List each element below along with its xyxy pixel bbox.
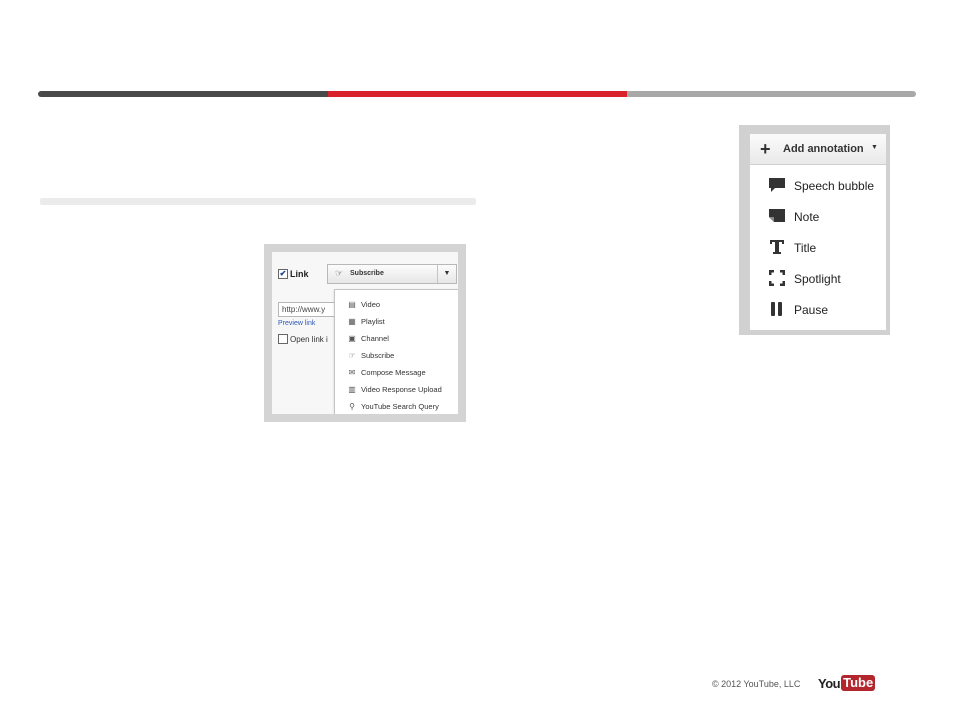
menu-item-label: YouTube Search Query [361,401,439,411]
spotlight-icon [769,270,785,286]
menu-item-label: Compose Message [361,367,426,377]
menu-item-video-response-upload[interactable]: ▥ Video Response Upload [335,381,458,397]
search-icon: ⚲ [349,401,355,411]
progress-completed-segment [38,91,328,97]
link-type-selected-label: Subscribe [350,270,384,277]
video-response-upload-icon: ▥ [348,384,356,394]
link-editor: ✔ Link ☞ Subscribe ▼ http://www.y Previe… [272,252,458,414]
video-icon: ▤ [348,299,356,309]
compose-message-icon: ✉ [348,367,356,377]
youtube-logo-tube: Tube [841,675,876,691]
checkbox-checked-icon[interactable]: ✔ [278,269,288,279]
preview-link[interactable]: Preview link [278,320,315,327]
open-link-checkbox[interactable]: Open link i [278,334,328,344]
chevron-down-icon[interactable]: ▼ [437,265,456,283]
annotation-item-title[interactable]: Title [750,234,886,262]
annotation-item-pause[interactable]: Pause [750,296,886,324]
menu-item-label: Playlist [361,316,385,326]
menu-item-video[interactable]: ▤ Video [335,296,458,312]
progress-remaining-segment [627,91,916,97]
annotation-item-label: Speech bubble [794,179,875,193]
menu-item-label: Channel [361,333,389,343]
annotation-item-label: Note [794,210,820,224]
channel-icon: ▣ [348,333,356,343]
section-progress-bar [38,91,916,97]
link-type-dropdown-menu: ▤ Video ▦ Playlist ▣ Channel ☞ Subscribe… [334,289,458,414]
add-annotation-button[interactable]: + Add annotation ▼ [750,134,886,165]
pause-icon [771,302,782,316]
link-checkbox[interactable]: ✔ Link [278,269,309,279]
subscribe-icon: ☞ [348,350,356,360]
menu-item-compose-message[interactable]: ✉ Compose Message [335,364,458,380]
playlist-icon: ▦ [348,316,356,326]
link-editor-screenshot: ✔ Link ☞ Subscribe ▼ http://www.y Previe… [264,244,466,422]
title-icon [770,240,784,254]
progress-current-segment [328,91,627,97]
speech-bubble-icon [769,178,785,192]
menu-item-youtube-search-query[interactable]: ⚲ YouTube Search Query [335,398,458,414]
menu-item-label: Video Response Upload [361,384,442,394]
menu-item-subscribe[interactable]: ☞ Subscribe [335,347,458,363]
menu-item-channel[interactable]: ▣ Channel [335,330,458,346]
note-icon [769,209,785,222]
annotation-item-spotlight[interactable]: Spotlight [750,265,886,293]
youtube-logo-you: You [818,675,841,691]
link-type-select[interactable]: ☞ Subscribe ▼ [327,264,457,284]
annotation-menu-screenshot: + Add annotation ▼ Speech bubble Note Ti… [739,125,890,335]
annotation-item-note[interactable]: Note [750,203,886,231]
add-annotation-label: Add annotation [783,143,864,155]
annotation-item-label: Title [794,241,817,255]
annotation-item-speech-bubble[interactable]: Speech bubble [750,172,886,200]
annotation-menu: + Add annotation ▼ Speech bubble Note Ti… [750,134,886,330]
link-checkbox-label: Link [290,269,309,279]
menu-item-label: Subscribe [361,350,395,360]
annotation-item-label: Spotlight [794,272,841,286]
chevron-down-icon: ▼ [871,144,878,151]
plus-icon: + [760,139,771,159]
placeholder-bar [40,198,476,205]
checkbox-unchecked-icon[interactable] [278,334,288,344]
subscribe-icon: ☞ [335,268,344,278]
youtube-logo: You Tube [818,675,876,691]
copyright-text: © 2012 YouTube, LLC [712,679,801,689]
open-link-label: Open link i [290,334,328,344]
annotation-item-label: Pause [794,303,829,317]
menu-item-label: Video [361,299,381,309]
menu-item-playlist[interactable]: ▦ Playlist [335,313,458,329]
